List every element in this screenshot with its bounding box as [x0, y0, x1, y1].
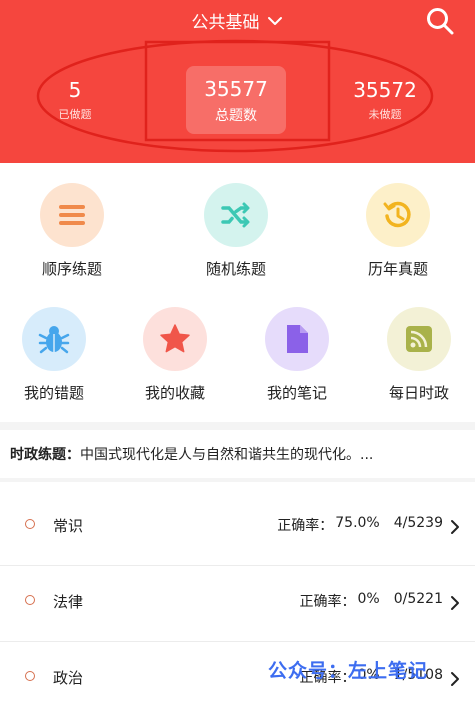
- subject-title: 公共基础: [191, 13, 260, 33]
- tile-label: 每日时政: [388, 384, 449, 402]
- bullet-icon: [25, 671, 35, 681]
- accuracy-label: 正确率：: [299, 594, 356, 610]
- header: 公共基础 5 已做题 35577 总题数 35572 未做题: [0, 0, 475, 163]
- bullet-icon: [25, 519, 35, 529]
- subject-selector[interactable]: 公共基础: [0, 8, 475, 33]
- watermark: 公众号：左上笔记: [268, 660, 429, 682]
- stat-undone-label: 未做题: [368, 108, 402, 121]
- search-icon[interactable]: [425, 6, 455, 36]
- bug-icon: [38, 326, 70, 354]
- stat-done-value: 5: [68, 78, 82, 102]
- tile-daily-politics[interactable]: 每日时政: [369, 307, 469, 403]
- tile-circle: [40, 183, 104, 247]
- tile-my-mistakes[interactable]: 我的错题: [4, 307, 104, 403]
- stat-undone[interactable]: 35572 未做题: [340, 76, 430, 122]
- rss-icon: [406, 326, 432, 352]
- star-icon: [160, 324, 190, 353]
- tile-sequential-practice[interactable]: 顺序练题: [22, 183, 122, 279]
- news-section: 时政练题： 中国式现代化是人与自然和谐共生的现代化。...: [0, 422, 475, 482]
- tile-label: 随机练题: [205, 260, 266, 278]
- stat-total[interactable]: 35577 总题数: [186, 66, 286, 134]
- tile-label: 历年真题: [367, 260, 428, 278]
- chevron-right-icon: [451, 672, 459, 686]
- chevron-right-icon: [451, 596, 459, 610]
- chevron-right-icon: [451, 520, 459, 534]
- news-prefix: 时政练题：: [10, 447, 80, 463]
- news-text: 中国式现代化是人与自然和谐共生的现代化。...: [80, 447, 374, 463]
- tile-label: 我的收藏: [144, 384, 205, 402]
- tile-random-practice[interactable]: 随机练题: [186, 183, 286, 279]
- progress-value: 4/5239: [393, 515, 443, 531]
- stat-done-label: 已做题: [58, 108, 92, 121]
- stat-done[interactable]: 5 已做题: [30, 76, 120, 122]
- tile-my-notes[interactable]: 我的笔记: [247, 307, 347, 403]
- tile-circle: [22, 307, 86, 371]
- tile-circle: [204, 183, 268, 247]
- tile-circle: [366, 183, 430, 247]
- tile-past-exams[interactable]: 历年真题: [348, 183, 448, 279]
- category-name: 法律: [53, 593, 84, 611]
- tile-label: 我的错题: [23, 384, 84, 402]
- chevron-down-icon: [267, 16, 282, 25]
- tile-circle: [387, 307, 451, 371]
- tile-label: 我的笔记: [266, 384, 327, 402]
- accuracy-value: 0%: [357, 591, 380, 607]
- document-icon: [287, 325, 308, 353]
- category-name: 政治: [53, 669, 84, 687]
- current-affairs-bar[interactable]: 时政练题： 中国式现代化是人与自然和谐共生的现代化。...: [0, 430, 475, 478]
- tile-my-favorites[interactable]: 我的收藏: [125, 307, 225, 403]
- tile-circle: [265, 307, 329, 371]
- shuffle-icon: [221, 202, 250, 228]
- accuracy-value: 75.0%: [335, 515, 380, 531]
- history-icon: [383, 201, 411, 228]
- list-item[interactable]: 常识 正确率： 75.0% 4/5239: [0, 490, 475, 566]
- stats-bar: 5 已做题 35577 总题数 35572 未做题: [0, 66, 475, 138]
- tile-circle: [143, 307, 207, 371]
- list-icon: [59, 205, 85, 225]
- bullet-icon: [25, 595, 35, 605]
- accuracy-label: 正确率：: [277, 518, 334, 534]
- category-name: 常识: [53, 517, 84, 535]
- list-item[interactable]: 法律 正确率： 0% 0/5221: [0, 566, 475, 642]
- progress-value: 0/5221: [393, 591, 443, 607]
- category-stats: 正确率： 0% 0/5221: [300, 591, 443, 611]
- stat-undone-value: 35572: [353, 78, 417, 102]
- stat-total-value: 35577: [204, 77, 268, 101]
- tile-label: 顺序练题: [41, 260, 102, 278]
- stat-total-label: 总题数: [215, 108, 257, 124]
- category-stats: 正确率： 75.0% 4/5239: [277, 515, 443, 535]
